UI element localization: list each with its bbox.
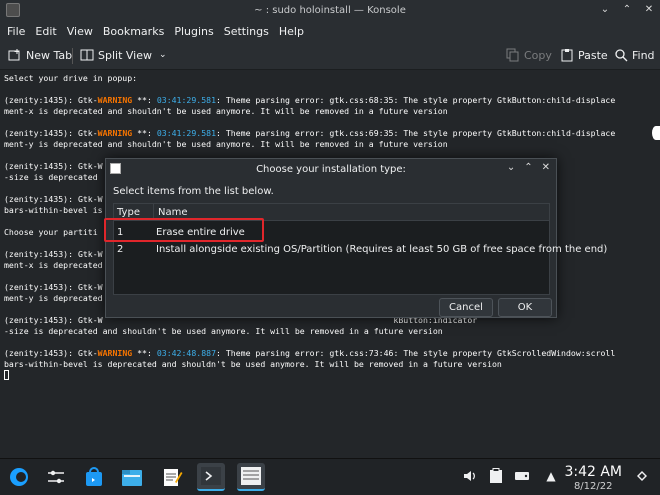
volume-icon[interactable] bbox=[462, 468, 478, 484]
show-desktop-icon[interactable] bbox=[634, 468, 650, 484]
terminal-line: (zenity:1453): Gtk-WARNING **: 03:42:48.… bbox=[4, 348, 616, 358]
paste-icon bbox=[561, 49, 573, 62]
expand-tray-icon[interactable]: ▲ bbox=[543, 468, 559, 484]
dialog-close-icon[interactable]: ✕ bbox=[542, 162, 550, 173]
text-editor-icon[interactable] bbox=[158, 463, 186, 491]
terminal-line: (zenity:1435): Gtk-WARNING **: 03:41:29.… bbox=[4, 95, 616, 105]
new-tab-label: New Tab bbox=[26, 48, 73, 62]
minimize-icon[interactable]: ⌄ bbox=[598, 2, 612, 16]
option-list: Type Name 1 Erase entire drive 2 Install… bbox=[113, 203, 607, 295]
paste-button[interactable]: Paste bbox=[560, 48, 608, 62]
ok-button[interactable]: OK bbox=[498, 298, 552, 317]
storage-icon[interactable] bbox=[514, 468, 530, 484]
dialog-maximize-icon[interactable]: ⌃ bbox=[524, 162, 532, 173]
clock-date: 8/12/22 bbox=[573, 481, 613, 492]
new-tab-button[interactable]: New Tab bbox=[8, 48, 72, 62]
toolbar: New Tab Split View ⌄ Copy Paste Find bbox=[0, 42, 660, 70]
menu-help[interactable]: Help bbox=[274, 25, 309, 38]
column-type[interactable]: Type bbox=[117, 207, 140, 218]
terminal-cursor bbox=[4, 370, 9, 380]
terminal-line: (zenity:1435): Gtk-WARNING **: 03:41:29.… bbox=[4, 128, 616, 138]
clock-time: 3:42 AM bbox=[564, 464, 622, 480]
taskbar: ▲ 3:42 AM 8/12/22 bbox=[0, 458, 660, 495]
find-label: Find bbox=[632, 48, 655, 62]
menu-bar: File Edit View Bookmarks Plugins Setting… bbox=[0, 20, 660, 42]
search-icon bbox=[615, 49, 628, 62]
app-launcher-icon[interactable] bbox=[5, 463, 33, 491]
paste-label: Paste bbox=[578, 48, 608, 62]
scroll-marker bbox=[652, 126, 660, 140]
split-view-label: Split View bbox=[98, 48, 152, 62]
clock[interactable]: 3:42 AM 8/12/22 bbox=[564, 464, 622, 492]
copy-label: Copy bbox=[524, 48, 552, 62]
window-title: ~ : sudo holoinstall — Konsole bbox=[254, 4, 406, 16]
split-view-icon bbox=[80, 49, 94, 61]
terminal-line: bars-within-bevel is deprecated and shou… bbox=[4, 359, 502, 369]
terminal-line: ment-x is deprecated and shouldn't be us… bbox=[4, 106, 448, 116]
app-icon bbox=[6, 3, 20, 17]
highlight-box bbox=[104, 218, 264, 242]
terminal-line: ment-y is deprecated and shouldn't be us… bbox=[4, 139, 448, 149]
window-titlebar: ~ : sudo holoinstall — Konsole ⌄ ⌃ ✕ bbox=[0, 0, 660, 20]
copy-button[interactable]: Copy bbox=[506, 48, 552, 62]
list-item[interactable]: 2 Install alongside existing OS/Partitio… bbox=[114, 241, 607, 258]
row-type: 2 bbox=[117, 244, 124, 255]
column-name[interactable]: Name bbox=[158, 207, 188, 218]
discover-store-icon[interactable] bbox=[80, 463, 108, 491]
chevron-down-icon: ⌄ bbox=[159, 50, 167, 60]
menu-file[interactable]: File bbox=[2, 25, 30, 38]
zenity-dialog-task-icon[interactable] bbox=[237, 463, 265, 491]
system-settings-icon[interactable] bbox=[42, 463, 70, 491]
split-view-button[interactable]: Split View ⌄ bbox=[80, 48, 167, 62]
menu-edit[interactable]: Edit bbox=[30, 25, 61, 38]
konsole-task-icon[interactable] bbox=[197, 463, 225, 491]
copy-icon bbox=[506, 48, 519, 62]
cancel-button[interactable]: Cancel bbox=[439, 298, 493, 317]
terminal-prompt-line bbox=[4, 370, 656, 381]
toolbar-separator bbox=[72, 48, 73, 64]
terminal-line: -size is deprecated and shouldn't be use… bbox=[4, 326, 443, 336]
file-manager-icon[interactable] bbox=[118, 463, 146, 491]
find-button[interactable]: Find bbox=[614, 48, 655, 62]
dialog-minimize-icon[interactable]: ⌄ bbox=[507, 162, 515, 173]
clipboard-icon[interactable] bbox=[488, 468, 504, 484]
menu-view[interactable]: View bbox=[62, 25, 98, 38]
dialog-title: Choose your installation type: bbox=[256, 164, 406, 175]
close-icon[interactable]: ✕ bbox=[642, 2, 656, 16]
maximize-icon[interactable]: ⌃ bbox=[620, 2, 634, 16]
terminal-line: Select your drive in popup: bbox=[4, 73, 138, 83]
dialog-prompt: Select items from the list below. bbox=[113, 186, 274, 197]
row-name: Install alongside existing OS/Partition … bbox=[156, 244, 608, 255]
menu-settings[interactable]: Settings bbox=[219, 25, 274, 38]
menu-plugins[interactable]: Plugins bbox=[169, 25, 218, 38]
new-tab-icon bbox=[8, 49, 20, 61]
menu-bookmarks[interactable]: Bookmarks bbox=[98, 25, 169, 38]
